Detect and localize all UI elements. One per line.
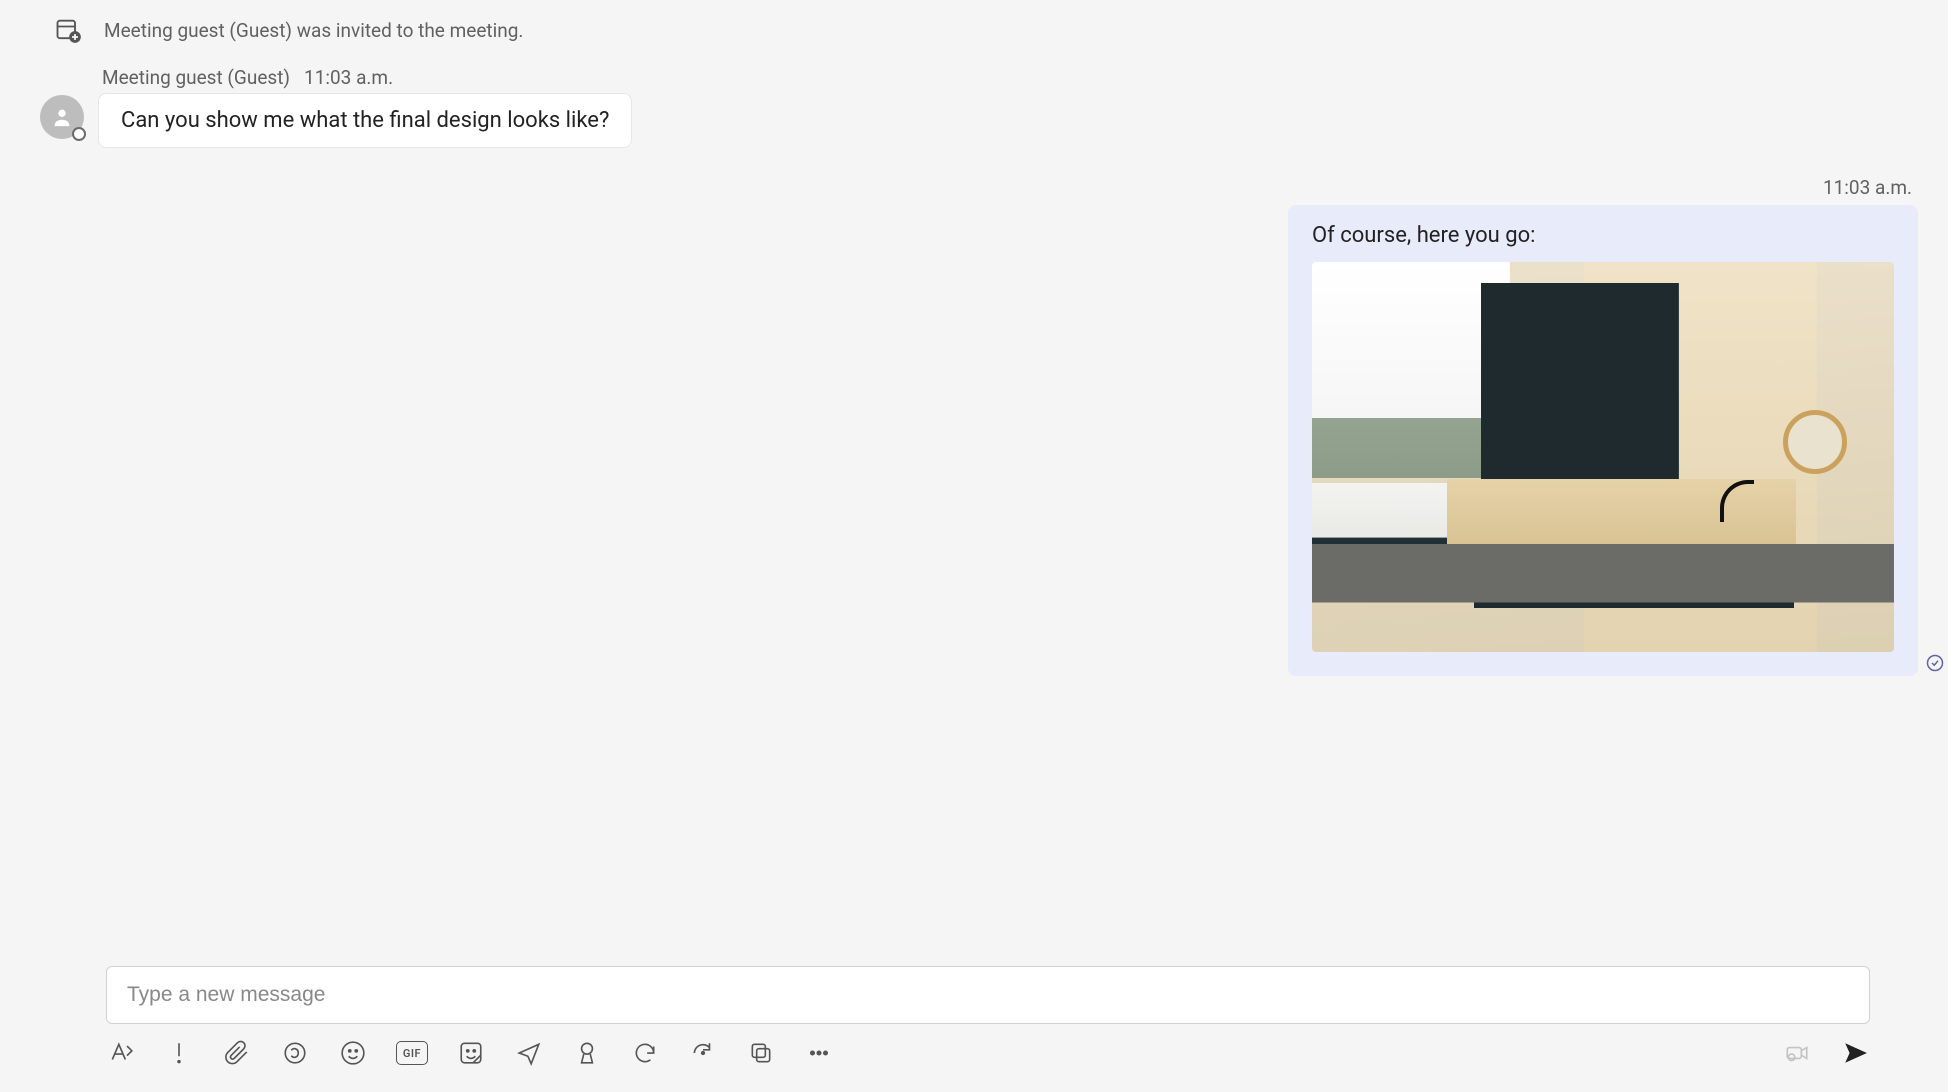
priority-button[interactable]: [164, 1038, 194, 1068]
emoji-button[interactable]: [338, 1038, 368, 1068]
guest-avatar[interactable]: [40, 95, 84, 139]
message-input[interactable]: [127, 983, 1849, 1007]
compose-toolbar: GIF: [106, 1038, 1870, 1068]
chat-container: Meeting guest (Guest) was invited to the…: [0, 0, 1948, 1092]
guest-message-bubble[interactable]: Can you show me what the final design lo…: [98, 93, 632, 148]
send-button[interactable]: [1840, 1038, 1870, 1068]
self-message-time: 11:03 a.m.: [1823, 176, 1912, 199]
mirror-decor: [1783, 410, 1847, 474]
guest-message-text: Can you show me what the final design lo…: [121, 108, 609, 133]
loop-button[interactable]: [280, 1038, 310, 1068]
kitchen-design-image: [1312, 262, 1894, 652]
viva-button[interactable]: [630, 1038, 660, 1068]
guest-sender-name: Meeting guest (Guest): [102, 66, 290, 89]
presence-indicator-icon: [72, 127, 86, 141]
guest-message-time: 11:03 a.m.: [304, 66, 393, 89]
image-attachment[interactable]: [1312, 262, 1894, 652]
compose-area: GIF: [0, 966, 1948, 1092]
compose-box[interactable]: [106, 966, 1870, 1024]
sticker-button[interactable]: [456, 1038, 486, 1068]
calendar-add-icon: [54, 16, 82, 44]
schedule-send-icon[interactable]: [514, 1038, 544, 1068]
read-receipt-icon: [1926, 654, 1944, 672]
format-button[interactable]: [106, 1038, 136, 1068]
self-message-block: 11:03 a.m. Of course, here you go:: [40, 176, 1928, 676]
gif-label: GIF: [403, 1047, 421, 1060]
guest-message-header: Meeting guest (Guest) 11:03 a.m.: [102, 66, 1928, 89]
guest-message-row: Can you show me what the final design lo…: [40, 93, 1928, 148]
updates-button[interactable]: [688, 1038, 718, 1068]
message-list: Meeting guest (Guest) was invited to the…: [0, 0, 1948, 966]
video-clip-button[interactable]: [1782, 1038, 1812, 1068]
copy-button[interactable]: [746, 1038, 776, 1068]
more-button[interactable]: [804, 1038, 834, 1068]
system-event-text: Meeting guest (Guest) was invited to the…: [104, 19, 523, 42]
approvals-button[interactable]: [572, 1038, 602, 1068]
system-event-row: Meeting guest (Guest) was invited to the…: [54, 16, 1928, 44]
self-message-text: Of course, here you go:: [1312, 223, 1894, 248]
gif-button[interactable]: GIF: [396, 1041, 428, 1065]
attach-button[interactable]: [222, 1038, 252, 1068]
faucet-decor: [1720, 480, 1754, 522]
self-message-bubble[interactable]: Of course, here you go:: [1288, 205, 1918, 676]
